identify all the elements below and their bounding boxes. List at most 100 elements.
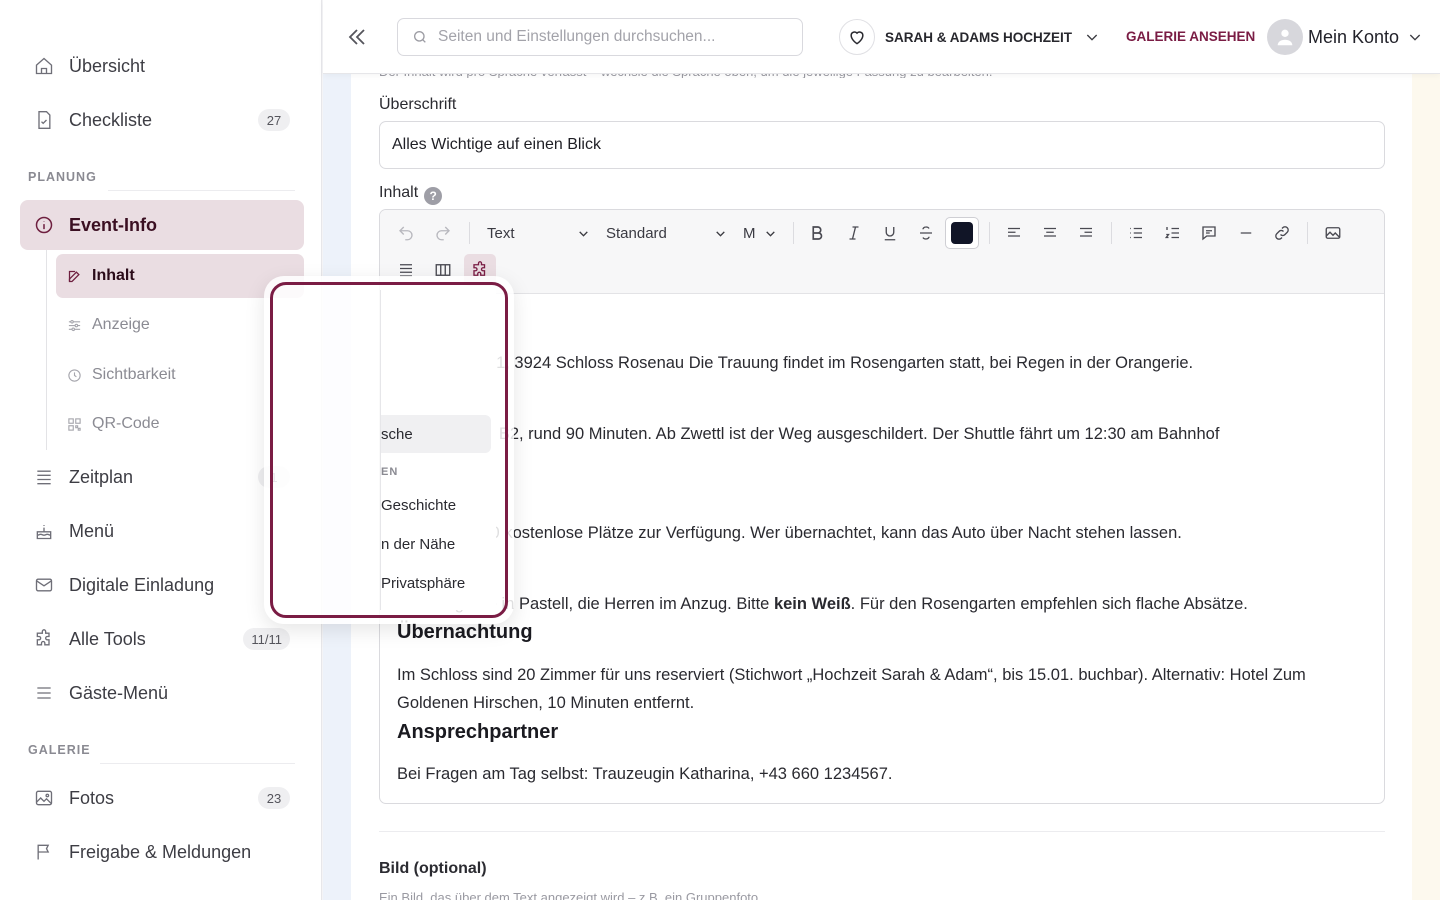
underline-button[interactable] xyxy=(877,220,903,246)
bullet-list-button[interactable] xyxy=(1123,220,1149,246)
italic-button[interactable] xyxy=(841,220,867,246)
sidebar-subitem-label: QR-Code xyxy=(92,415,160,432)
sidebar-item-label: Zeitplan xyxy=(69,466,134,487)
sidebar-item-menu[interactable]: Menü xyxy=(20,506,304,556)
event-name: SARAH & ADAMS HOCHZEIT xyxy=(885,29,1072,45)
redo-icon xyxy=(436,226,450,241)
sidebar-item-invitation[interactable]: Digitale Einladung xyxy=(20,560,304,610)
dropdown-item[interactable]: sche xyxy=(381,415,491,453)
paragraph-location: au, Rosenau 1, 3924 Schloss Rosenau Die … xyxy=(397,349,1193,377)
collapse-sidebar-button[interactable] xyxy=(345,25,369,49)
rich-text-editor[interactable]: Text Standard M au, Rosena xyxy=(379,209,1385,804)
dropdown-panel: sche EN Geschichte n der Nähe Privatsphä… xyxy=(380,290,496,610)
comment-icon xyxy=(1202,226,1216,241)
heading-label: Überschrift xyxy=(379,96,457,113)
help-icon[interactable]: ? xyxy=(424,187,443,205)
insert-image-button[interactable] xyxy=(1320,220,1346,246)
heart-icon xyxy=(839,19,875,55)
puzzle-icon xyxy=(34,629,54,649)
align-right-button[interactable] xyxy=(1073,220,1099,246)
search-input[interactable]: Seiten und Einstellungen durchsuchen... xyxy=(397,18,803,56)
chevron-down-icon xyxy=(1409,34,1421,41)
search-icon xyxy=(414,31,426,43)
align-left-button[interactable] xyxy=(1001,220,1027,246)
cake-icon xyxy=(34,521,54,541)
font-size-select[interactable]: M xyxy=(743,222,777,244)
undo-icon xyxy=(399,226,413,241)
italic-icon xyxy=(849,226,859,240)
bullet-list-icon xyxy=(1130,227,1142,239)
edit-icon xyxy=(67,269,82,284)
plugin-dropdown: sche EN Geschichte n der Nähe Privatsphä… xyxy=(264,276,514,624)
redo-button[interactable] xyxy=(430,220,456,246)
toolbar-separator xyxy=(793,222,794,244)
sliders-icon xyxy=(67,318,82,333)
content-label: Inhalt? xyxy=(379,184,443,205)
heading-input[interactable]: Alles Wichtige auf einen Blick xyxy=(379,121,1385,169)
strikethrough-icon xyxy=(920,226,932,240)
block-type-value: Text xyxy=(487,224,515,242)
sidebar-item-tools[interactable]: Alle Tools 11/11 xyxy=(20,614,304,664)
sidebar-item-guest-menu[interactable]: Gäste-Menü xyxy=(20,668,304,718)
strikethrough-button[interactable] xyxy=(913,220,939,246)
dropdown-item[interactable]: n der Nähe xyxy=(381,525,491,563)
horizontal-rule-button[interactable] xyxy=(1233,220,1259,246)
event-selector[interactable]: SARAH & ADAMS HOCHZEIT xyxy=(839,19,1100,55)
top-bar: Seiten und Einstellungen durchsuchen... … xyxy=(323,0,1440,74)
underline-icon xyxy=(884,227,896,241)
sidebar-item-checklist[interactable]: Checkliste 27 xyxy=(20,95,304,145)
align-center-button[interactable] xyxy=(1037,220,1063,246)
paragraph-text: . Für den Rosengarten empfehlen sich fla… xyxy=(850,595,1248,613)
section-divider xyxy=(379,831,1385,832)
sidebar-item-approval[interactable]: Freigabe & Meldungen xyxy=(20,827,304,877)
toolbar-separator xyxy=(1111,222,1112,244)
sidebar-subitem-label: Inhalt xyxy=(92,267,135,284)
block-type-select[interactable]: Text xyxy=(487,222,590,244)
align-left-icon xyxy=(1008,227,1020,237)
comment-button[interactable] xyxy=(1196,220,1222,246)
section-divider xyxy=(100,763,295,764)
flag-icon xyxy=(34,842,54,862)
account-menu[interactable]: Mein Konto xyxy=(1267,19,1423,55)
sidebar-subitem-label: Sichtbarkeit xyxy=(92,366,176,383)
dropdown-item[interactable]: Geschichte xyxy=(381,486,491,524)
sidebar-item-label: Übersicht xyxy=(69,55,146,76)
heading-contact: Ansprechpartner xyxy=(397,721,559,743)
horizontal-rule-icon xyxy=(1240,232,1252,234)
image-icon xyxy=(1325,227,1341,239)
bold-button[interactable] xyxy=(804,220,830,246)
qr-code-icon xyxy=(67,417,82,432)
paragraph-dresscode: Damen gerne in Pastell, die Herren im An… xyxy=(397,590,1248,618)
sidebar-item-overview[interactable]: Übersicht xyxy=(20,41,304,91)
sidebar-item-photos[interactable]: Fotos 23 xyxy=(20,773,304,823)
heading-overnight: Übernachtung xyxy=(397,621,533,643)
view-gallery-link[interactable]: GALERIE ANSEHEN xyxy=(1126,29,1255,44)
count-badge: 11/11 xyxy=(243,628,290,650)
account-label: Mein Konto xyxy=(1308,26,1400,47)
sidebar-item-timeline[interactable]: Zeitplan 1 xyxy=(20,452,304,502)
dropdown-section-label: EN xyxy=(381,466,399,478)
paragraph-directions: r die A22 und B2, rund 90 Minuten. Ab Zw… xyxy=(397,425,1220,443)
undo-button[interactable] xyxy=(393,220,419,246)
document-check-icon xyxy=(34,110,54,130)
count-badge: 27 xyxy=(258,109,290,131)
paragraph-parking: oss stehen 60 kostenlose Plätze zur Verf… xyxy=(397,524,1182,542)
text-color-picker[interactable] xyxy=(945,217,979,249)
sidebar-item-label: Gäste-Menü xyxy=(69,682,169,703)
editor-toolbar: Text Standard M xyxy=(380,210,1384,294)
numbered-list-button[interactable] xyxy=(1160,220,1186,246)
paragraph-contact: Bei Fragen am Tag selbst: Trauzeugin Kat… xyxy=(397,765,893,783)
link-button[interactable] xyxy=(1269,220,1295,246)
hamburger-icon xyxy=(34,683,54,703)
info-icon xyxy=(34,215,54,235)
chevron-down-icon xyxy=(579,230,588,237)
avatar xyxy=(1267,19,1303,55)
dropdown-item[interactable]: Privatsphäre xyxy=(381,564,491,602)
font-select[interactable]: Standard xyxy=(606,222,727,244)
search-placeholder: Seiten und Einstellungen durchsuchen... xyxy=(438,28,716,45)
color-swatch xyxy=(951,222,973,244)
count-badge: 23 xyxy=(258,787,290,809)
sidebar-item-label: Freigabe & Meldungen xyxy=(69,841,252,862)
mail-icon xyxy=(34,575,54,595)
sidebar-item-event-info[interactable]: Event-Info xyxy=(20,200,304,250)
